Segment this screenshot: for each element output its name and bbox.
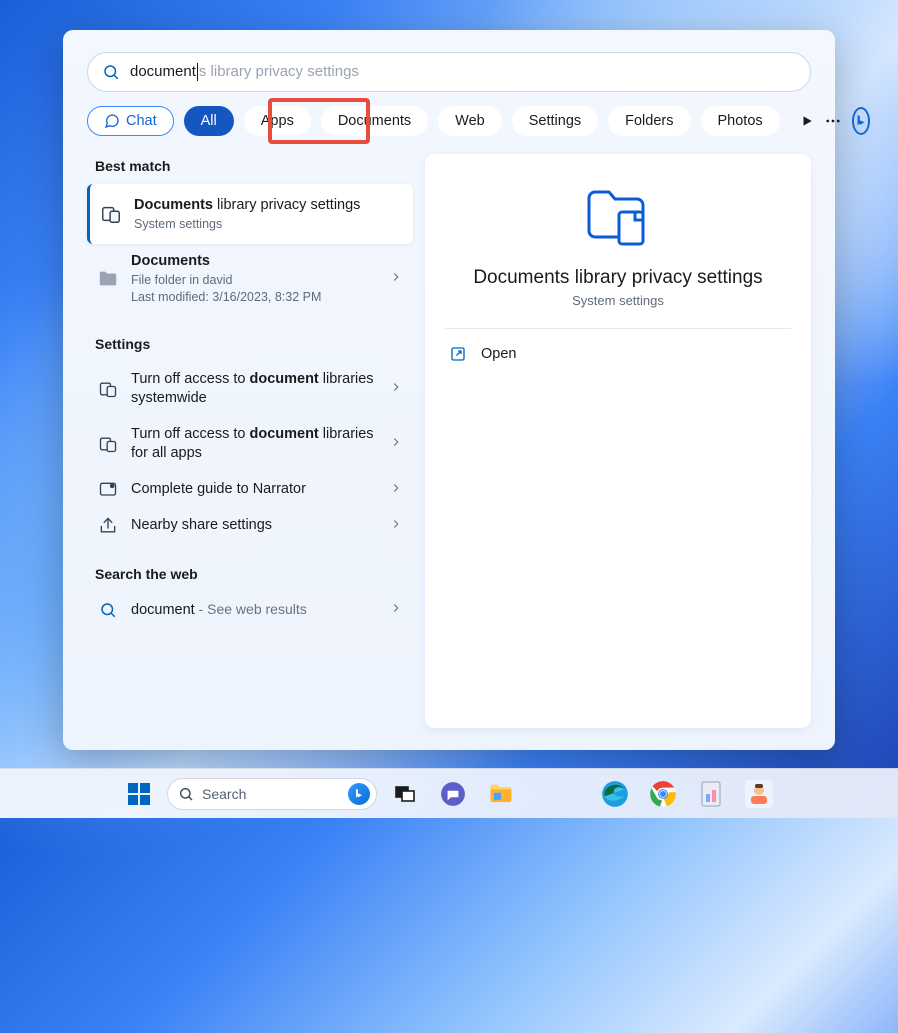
ellipsis-icon bbox=[824, 112, 842, 130]
result-title: Documents bbox=[131, 252, 377, 272]
divider bbox=[445, 328, 791, 329]
result-title: Documents library privacy settings bbox=[134, 196, 403, 216]
tab-settings[interactable]: Settings bbox=[512, 106, 598, 136]
search-autocomplete-hint: s library privacy settings bbox=[199, 63, 359, 80]
action-open[interactable]: Open bbox=[445, 335, 791, 373]
open-icon bbox=[449, 345, 467, 363]
library-icon bbox=[97, 379, 119, 399]
system-settings-icon bbox=[100, 203, 122, 225]
chevron-right-icon bbox=[389, 380, 403, 399]
result-title: Complete guide to Narrator bbox=[131, 480, 377, 500]
preview-pane: Documents library privacy settings Syste… bbox=[425, 154, 811, 728]
search-highlights-play-icon[interactable] bbox=[800, 110, 814, 132]
bing-chat-icon bbox=[104, 113, 120, 129]
search-icon bbox=[102, 63, 120, 81]
result-setting-nearby-share[interactable]: Nearby share settings bbox=[87, 508, 413, 544]
chevron-right-icon bbox=[389, 435, 403, 454]
chevron-right-icon bbox=[389, 481, 403, 500]
taskbar-chat[interactable] bbox=[433, 774, 473, 814]
tab-all[interactable]: All bbox=[184, 106, 234, 136]
text-caret bbox=[197, 63, 198, 81]
results-list: Best match Documents library privacy set… bbox=[87, 154, 413, 728]
search-icon bbox=[97, 601, 119, 619]
start-button[interactable] bbox=[119, 774, 159, 814]
documents-library-icon bbox=[583, 186, 653, 255]
bing-account-button[interactable] bbox=[852, 107, 870, 135]
chevron-right-icon bbox=[389, 517, 403, 536]
search-icon bbox=[178, 786, 194, 802]
taskbar-taskview[interactable] bbox=[385, 774, 425, 814]
search-input[interactable]: documents library privacy settings bbox=[130, 63, 796, 81]
result-setting-narrator-guide[interactable]: Complete guide to Narrator bbox=[87, 472, 413, 508]
search-box[interactable]: documents library privacy settings bbox=[87, 52, 811, 92]
result-title: Turn off access to document libraries fo… bbox=[131, 425, 377, 464]
chat-icon bbox=[440, 781, 466, 807]
search-filter-tabs: Chat All Apps Documents Web Settings Fol… bbox=[87, 106, 811, 136]
chevron-right-icon bbox=[389, 601, 403, 620]
taskbar-search-placeholder: Search bbox=[202, 786, 246, 802]
preview-title: Documents library privacy settings bbox=[445, 267, 791, 289]
app-icon bbox=[699, 780, 723, 808]
taskbar-app-generic[interactable] bbox=[691, 774, 731, 814]
tab-apps[interactable]: Apps bbox=[244, 106, 311, 136]
folder-icon bbox=[487, 780, 515, 808]
result-best-match[interactable]: Documents library privacy settings Syste… bbox=[87, 184, 413, 244]
tab-documents[interactable]: Documents bbox=[321, 106, 428, 136]
search-typed-text: document bbox=[130, 63, 196, 80]
start-search-panel: documents library privacy settings Chat … bbox=[63, 30, 835, 750]
windows-logo-icon bbox=[126, 781, 152, 807]
taskbar: Search bbox=[0, 768, 898, 818]
result-title: document - See web results bbox=[131, 600, 377, 621]
result-web-search[interactable]: document - See web results bbox=[87, 592, 413, 629]
result-subtitle: System settings bbox=[134, 216, 403, 233]
chrome-icon bbox=[649, 780, 677, 808]
result-subtitle: File folder in david bbox=[131, 272, 377, 289]
preview-subtitle: System settings bbox=[445, 293, 791, 308]
tab-photos[interactable]: Photos bbox=[701, 106, 780, 136]
result-title: Nearby share settings bbox=[131, 516, 377, 536]
taskview-icon bbox=[393, 782, 417, 806]
result-setting-libraries-systemwide[interactable]: Turn off access to document libraries sy… bbox=[87, 362, 413, 417]
taskbar-chrome[interactable] bbox=[643, 774, 683, 814]
avatar-icon bbox=[745, 780, 773, 808]
section-best-match: Best match bbox=[87, 154, 413, 184]
result-subtitle-2: Last modified: 3/16/2023, 8:32 PM bbox=[131, 289, 377, 306]
taskbar-user-avatar[interactable] bbox=[739, 774, 779, 814]
chevron-right-icon bbox=[389, 270, 403, 289]
library-icon bbox=[97, 434, 119, 454]
tab-chat[interactable]: Chat bbox=[87, 106, 174, 136]
result-folder-documents[interactable]: Documents File folder in david Last modi… bbox=[87, 244, 413, 313]
edge-icon bbox=[601, 780, 629, 808]
result-setting-libraries-allapps[interactable]: Turn off access to document libraries fo… bbox=[87, 417, 413, 472]
section-settings: Settings bbox=[87, 332, 413, 362]
more-options-button[interactable] bbox=[824, 110, 842, 132]
taskbar-search-box[interactable]: Search bbox=[167, 778, 377, 810]
tab-web[interactable]: Web bbox=[438, 106, 502, 136]
taskbar-edge[interactable] bbox=[595, 774, 635, 814]
tab-folders[interactable]: Folders bbox=[608, 106, 690, 136]
narrator-icon bbox=[97, 480, 119, 500]
taskbar-file-explorer[interactable] bbox=[481, 774, 521, 814]
bing-icon bbox=[348, 783, 370, 805]
folder-icon bbox=[97, 268, 119, 290]
bing-icon bbox=[854, 114, 868, 128]
result-title: Turn off access to document libraries sy… bbox=[131, 370, 377, 409]
share-icon bbox=[97, 516, 119, 536]
section-search-web: Search the web bbox=[87, 562, 413, 592]
